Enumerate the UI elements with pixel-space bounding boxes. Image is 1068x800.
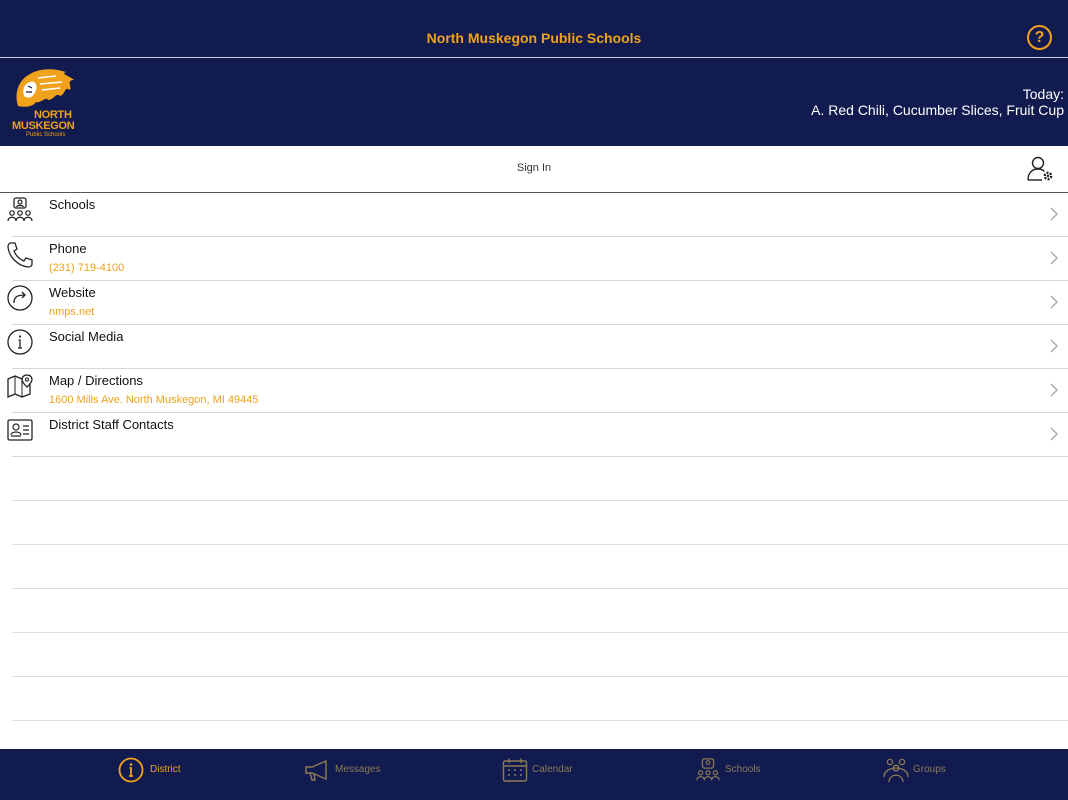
empty-row <box>12 457 1068 501</box>
calendar-icon <box>502 758 528 782</box>
chevron-right-icon <box>1050 339 1058 353</box>
tab-label: Messages <box>335 764 381 775</box>
tab-calendar[interactable]: Calendar <box>502 749 602 800</box>
empty-row <box>12 633 1068 677</box>
empty-row <box>12 589 1068 633</box>
list-item-label: Map / Directions <box>49 373 143 388</box>
lunch-menu: Today: A. Red Chili, Cucumber Slices, Fr… <box>811 86 1064 118</box>
megaphone-icon <box>305 759 327 781</box>
tab-groups[interactable]: Groups <box>882 749 972 800</box>
bottom-tab-bar: District Messages Calendar Schools Group… <box>0 749 1068 800</box>
lunch-menu-items: A. Red Chili, Cucumber Slices, Fruit Cup <box>811 102 1064 118</box>
app-title: North Muskegon Public Schools <box>426 30 642 46</box>
logo-line-3: Public Schools <box>26 132 66 138</box>
list-item-schools[interactable]: Schools <box>7 193 1068 237</box>
list-item-staff-contacts[interactable]: District Staff Contacts <box>7 413 1068 457</box>
phone-number: (231) 719-4100 <box>49 262 125 274</box>
help-button[interactable]: ? <box>1027 25 1052 50</box>
chevron-right-icon <box>1050 295 1058 309</box>
tab-district[interactable]: District <box>118 749 208 800</box>
website-url: nmps.net <box>49 306 95 318</box>
user-settings-icon[interactable] <box>1026 155 1054 183</box>
district-menu-list: Schools Phone (231) 719-4100 Website nmp… <box>0 193 1068 721</box>
share-arrow-icon <box>7 285 33 311</box>
chevron-right-icon <box>1050 251 1058 265</box>
list-item-phone[interactable]: Phone (231) 719-4100 <box>7 237 1068 281</box>
empty-row <box>12 545 1068 589</box>
empty-row <box>12 501 1068 545</box>
list-item-social-media[interactable]: Social Media <box>7 325 1068 369</box>
logo-line-2: MUSKEGON <box>12 120 75 132</box>
info-icon <box>7 329 33 355</box>
tab-messages[interactable]: Messages <box>304 749 404 800</box>
list-item-website[interactable]: Website nmps.net <box>7 281 1068 325</box>
top-bar: North Muskegon Public Schools ? <box>0 0 1068 58</box>
contact-card-icon <box>7 419 33 441</box>
groups-icon <box>883 758 909 783</box>
list-item-label: Schools <box>49 197 96 212</box>
map-pin-icon <box>7 374 33 398</box>
tab-label: District <box>150 764 181 775</box>
tab-label: Groups <box>913 764 946 775</box>
tab-schools[interactable]: Schools <box>695 749 795 800</box>
people-group-icon <box>7 197 33 222</box>
list-item-label: Social Media <box>49 329 124 344</box>
info-icon <box>118 757 144 783</box>
banner: NORTH MUSKEGON Public Schools Today: A. … <box>0 58 1068 146</box>
empty-row <box>12 677 1068 721</box>
people-group-icon <box>696 758 720 781</box>
question-mark-icon: ? <box>1034 29 1045 46</box>
chevron-right-icon <box>1050 207 1058 221</box>
sign-in-link[interactable]: Sign In <box>0 162 1068 174</box>
list-item-label: Phone <box>49 241 87 256</box>
tab-label: Schools <box>725 764 761 775</box>
lion-mascot-icon <box>16 69 74 107</box>
chevron-right-icon <box>1050 383 1058 397</box>
list-item-map-directions[interactable]: Map / Directions 1600 Mills Ave. North M… <box>7 369 1068 413</box>
list-item-label: Website <box>49 285 96 300</box>
district-logo: NORTH MUSKEGON Public Schools <box>10 66 78 138</box>
phone-icon <box>7 242 33 268</box>
chevron-right-icon <box>1050 427 1058 441</box>
signin-bar: Sign In <box>0 146 1068 193</box>
lunch-menu-label: Today: <box>1022 86 1064 102</box>
district-address: 1600 Mills Ave. North Muskegon, MI 49445 <box>49 394 259 406</box>
list-item-label: District Staff Contacts <box>49 417 174 432</box>
tab-label: Calendar <box>532 764 573 775</box>
